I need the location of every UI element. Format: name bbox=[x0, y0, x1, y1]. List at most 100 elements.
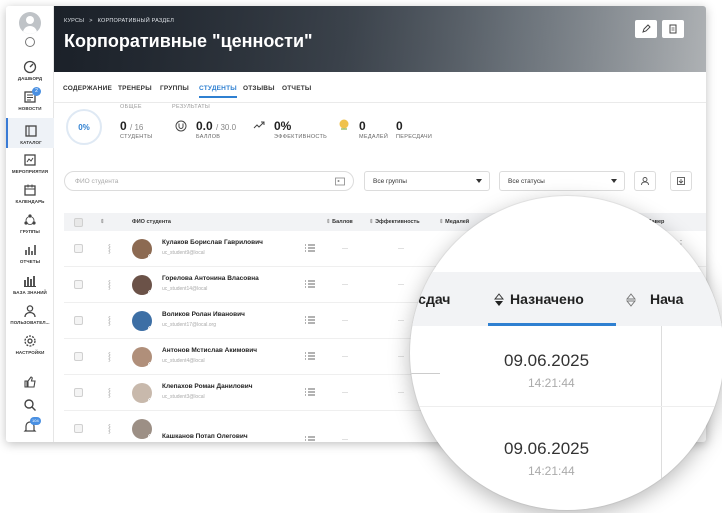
sidebar-item-reports[interactable]: ОТЧЕТЫ bbox=[6, 243, 54, 264]
status-dot bbox=[148, 290, 152, 295]
points-icon bbox=[175, 120, 187, 132]
tab-content[interactable]: СОДЕРЖАНИЕ bbox=[63, 85, 112, 92]
chevron-down-icon bbox=[611, 179, 617, 183]
group-select-value: Все группы bbox=[373, 178, 407, 185]
assigned-time: 14:21:44 bbox=[528, 464, 575, 478]
assigned-date: 09.06.2025 bbox=[504, 351, 590, 370]
checklist-icon[interactable] bbox=[304, 315, 316, 325]
sidebar-item-label: ОТЧЕТЫ bbox=[19, 259, 41, 264]
row-checkbox[interactable] bbox=[74, 424, 83, 433]
checklist-icon[interactable] bbox=[304, 387, 316, 397]
checklist-icon[interactable] bbox=[304, 279, 316, 289]
student-name[interactable]: Горелова Антонина Власовна bbox=[162, 275, 259, 282]
users-icon bbox=[24, 305, 36, 318]
medals-label: МЕДАЛЕЙ bbox=[359, 134, 389, 140]
sidebar-item-dashboard[interactable]: ДАШБОРД bbox=[6, 60, 54, 81]
avatar bbox=[132, 311, 152, 331]
sidebar-item-settings[interactable]: НАСТРОЙКИ bbox=[6, 334, 54, 355]
export-button[interactable] bbox=[670, 171, 692, 191]
tab-students[interactable]: СТУДЕНТЫ bbox=[199, 85, 237, 98]
sidebar-item-catalog[interactable]: КАТАЛОГ bbox=[6, 118, 54, 148]
column-header-points[interactable]: ⇕ Баллов bbox=[326, 219, 353, 225]
checklist-icon[interactable] bbox=[304, 243, 316, 253]
course-tabs: СОДЕРЖАНИЕ ТРЕНЕРЫ ГРУППЫ СТУДЕНТЫ ОТЗЫВ… bbox=[54, 72, 706, 103]
chevron-down-icon bbox=[476, 179, 482, 183]
tab-groups[interactable]: ГРУППЫ bbox=[160, 85, 189, 92]
document-button[interactable] bbox=[662, 20, 684, 38]
column-header-medals-label: Медалей bbox=[445, 219, 470, 225]
sidebar-item-news[interactable]: 2 НОВОСТИ bbox=[6, 87, 54, 111]
add-student-button[interactable] bbox=[634, 171, 656, 191]
row-checkbox[interactable] bbox=[74, 316, 83, 325]
catalog-icon bbox=[25, 125, 37, 137]
status-dot bbox=[148, 434, 152, 439]
sidebar: ДАШБОРД 2 НОВОСТИ КАТАЛОГ МЕРОПРИЯТИЯ КА… bbox=[6, 6, 54, 442]
points-count: 0.0 / 30.0 bbox=[196, 119, 236, 133]
column-divider bbox=[661, 326, 662, 510]
export-icon bbox=[677, 177, 685, 185]
search-placeholder: ФИО студента bbox=[75, 178, 119, 185]
avatar bbox=[132, 347, 152, 367]
column-header-retakes[interactable]: ресдач bbox=[410, 291, 450, 307]
drag-handle-icon[interactable]: ⸾ bbox=[108, 243, 111, 254]
student-name[interactable]: Клепахов Роман Данилович bbox=[162, 383, 252, 390]
sidebar-item-knowledge-base[interactable]: БАЗА ЗНАНИЙ bbox=[6, 274, 54, 295]
student-name[interactable]: Воликов Ролан Иванович bbox=[162, 311, 245, 318]
drag-handle-icon[interactable]: ⸾ bbox=[108, 351, 111, 362]
breadcrumb-section[interactable]: КОРПОРАТИВНЫЙ РАЗДЕЛ bbox=[98, 18, 174, 24]
calendar-icon bbox=[24, 184, 36, 196]
row-checkbox[interactable] bbox=[74, 388, 83, 397]
sort-icon[interactable]: ⇕ bbox=[100, 219, 105, 225]
row-checkbox[interactable] bbox=[74, 244, 83, 253]
sidebar-item-users[interactable]: ПОЛЬЗОВАТЕЛ... bbox=[6, 304, 54, 325]
avatar bbox=[132, 383, 152, 403]
active-sort-indicator bbox=[488, 323, 616, 326]
sort-icon[interactable] bbox=[626, 293, 636, 307]
column-header-efficiency[interactable]: ⇕ Эффективность bbox=[369, 219, 420, 225]
drag-handle-icon[interactable]: ⸾ bbox=[108, 423, 111, 434]
groups-icon bbox=[24, 214, 36, 225]
column-header-name[interactable]: ФИО студента bbox=[132, 219, 171, 225]
checklist-icon[interactable] bbox=[304, 435, 316, 442]
student-search-input[interactable]: ФИО студента bbox=[64, 171, 354, 191]
status-select[interactable]: Все статусы bbox=[499, 171, 625, 191]
column-header-assigned[interactable]: Назначено bbox=[510, 291, 584, 307]
column-header-started[interactable]: Нача bbox=[650, 291, 683, 307]
checklist-icon[interactable] bbox=[304, 351, 316, 361]
sidebar-search-button[interactable] bbox=[6, 398, 54, 412]
student-name[interactable]: Кулаков Борислав Гаврилович bbox=[162, 239, 263, 246]
group-select[interactable]: Все группы bbox=[364, 171, 490, 191]
column-header-medals[interactable]: ⇕ Медалей bbox=[439, 219, 469, 225]
status-dot bbox=[148, 362, 152, 367]
students-count: 0 / 16 bbox=[120, 119, 143, 133]
tab-reviews[interactable]: ОТЗЫВЫ bbox=[243, 85, 275, 92]
points-cell: — bbox=[342, 282, 348, 288]
sidebar-item-events[interactable]: МЕРОПРИЯТИЯ bbox=[6, 153, 54, 174]
sidebar-item-calendar[interactable]: КАЛЕНДАРЬ bbox=[6, 183, 54, 204]
breadcrumb-courses[interactable]: КУРСЫ bbox=[64, 18, 84, 24]
general-section-label: ОБЩЕЕ bbox=[120, 104, 142, 110]
profile-settings-icon[interactable] bbox=[25, 37, 35, 47]
sort-desc-icon[interactable] bbox=[494, 293, 504, 307]
sidebar-like-button[interactable] bbox=[6, 375, 54, 389]
student-name[interactable]: Кашканов Потап Олегович bbox=[162, 433, 248, 440]
sidebar-item-groups[interactable]: ГРУППЫ bbox=[6, 213, 54, 234]
tab-reports[interactable]: ОТЧЕТЫ bbox=[282, 85, 311, 92]
edit-button[interactable] bbox=[635, 20, 657, 38]
column-header-efficiency-label: Эффективность bbox=[375, 219, 420, 225]
empty-cell-dash bbox=[410, 461, 440, 462]
drag-handle-icon[interactable]: ⸾ bbox=[108, 279, 111, 290]
efficiency-cell: — bbox=[398, 318, 404, 324]
tab-trainers[interactable]: ТРЕНЕРЫ bbox=[118, 85, 152, 92]
row-checkbox[interactable] bbox=[74, 280, 83, 289]
sidebar-notifications-button[interactable]: 104 bbox=[6, 417, 54, 434]
user-avatar[interactable] bbox=[19, 12, 41, 34]
student-name[interactable]: Антонов Мстислав Акимович bbox=[162, 347, 257, 354]
points-cell: — bbox=[342, 318, 348, 324]
row-checkbox[interactable] bbox=[74, 352, 83, 361]
students-total: / 16 bbox=[130, 123, 144, 132]
empty-cell-dash bbox=[410, 373, 440, 374]
select-all-checkbox[interactable] bbox=[74, 218, 83, 227]
drag-handle-icon[interactable]: ⸾ bbox=[108, 387, 111, 398]
drag-handle-icon[interactable]: ⸾ bbox=[108, 315, 111, 326]
